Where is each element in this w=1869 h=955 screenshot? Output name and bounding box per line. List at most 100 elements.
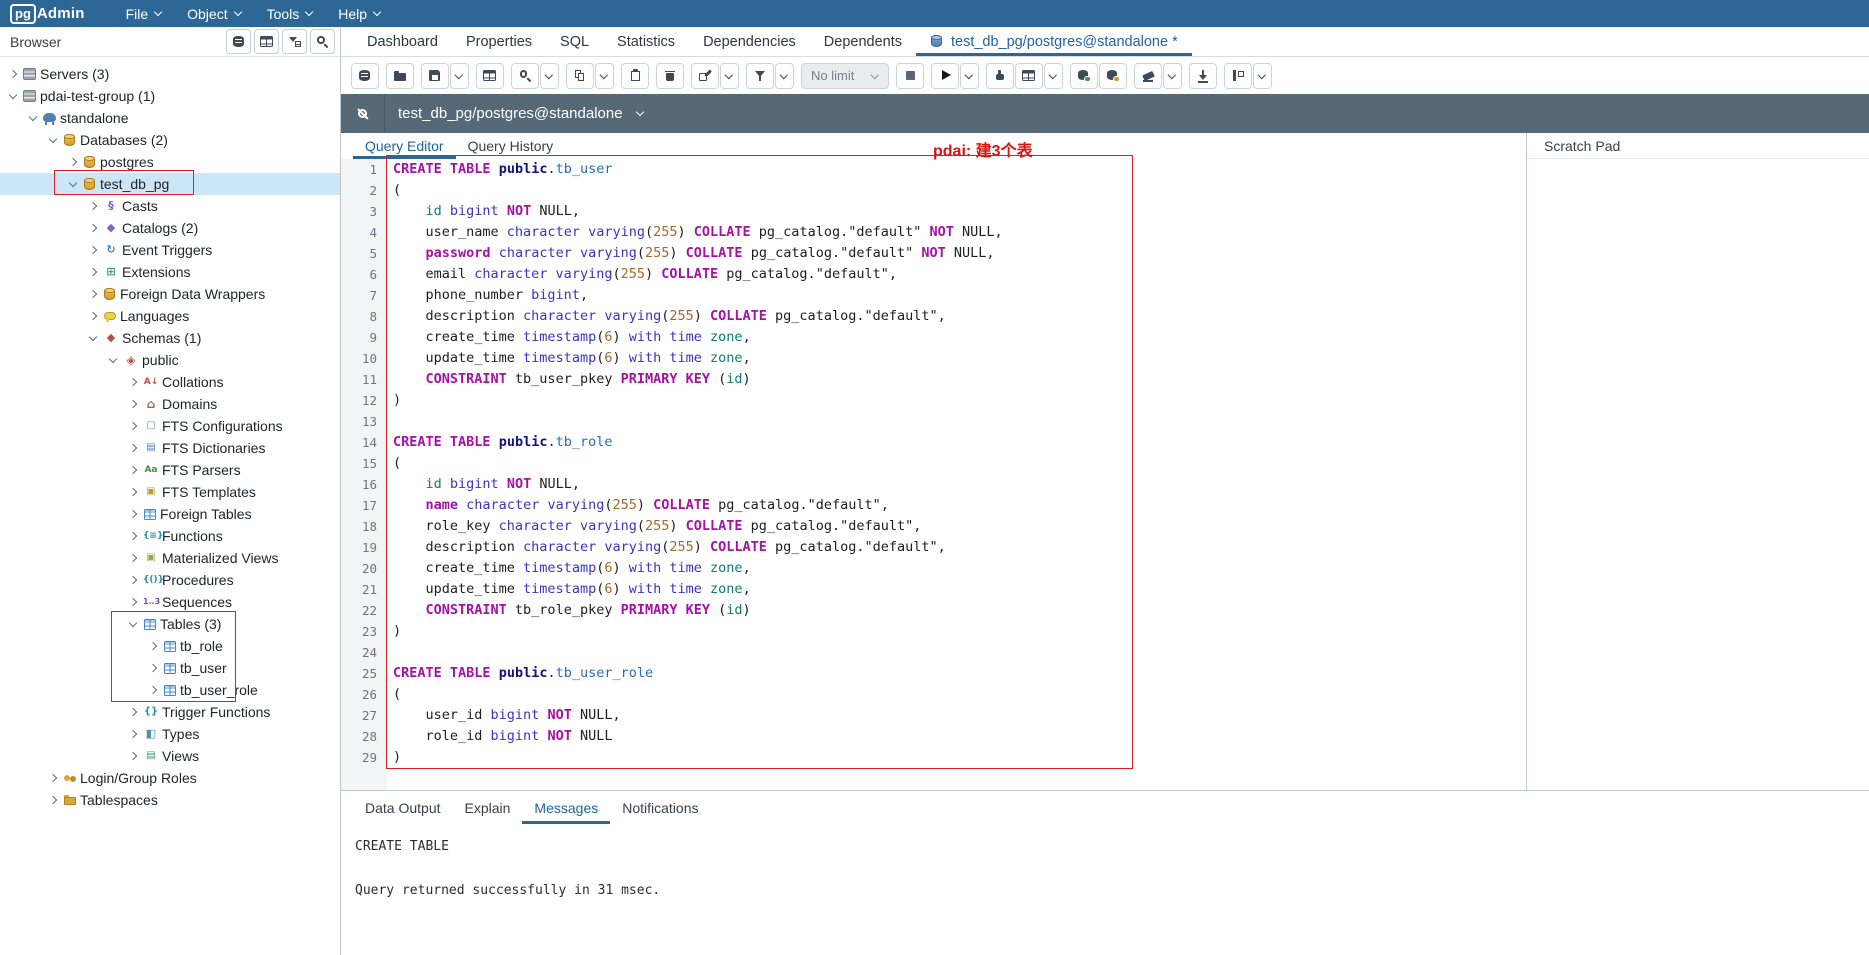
tab-query-history[interactable]: Query History — [456, 133, 566, 159]
expand-arrow-icon[interactable] — [126, 551, 140, 565]
tree-item-standalone[interactable]: standalone — [0, 107, 340, 129]
edit-button[interactable] — [691, 63, 719, 89]
download-button[interactable] — [1189, 63, 1217, 89]
collapse-arrow-icon[interactable] — [26, 111, 40, 125]
execute-button[interactable] — [931, 63, 959, 89]
find-button[interactable] — [511, 63, 539, 89]
save-options-button[interactable] — [450, 63, 469, 89]
expand-arrow-icon[interactable] — [126, 375, 140, 389]
tree-item-event-triggers[interactable]: ↻Event Triggers — [0, 239, 340, 261]
tree-item-sequences[interactable]: 1..3Sequences — [0, 591, 340, 613]
tree-item-schemas-1[interactable]: ◆Schemas (1) — [0, 327, 340, 349]
expand-arrow-icon[interactable] — [126, 397, 140, 411]
tree-item-collations[interactable]: A↓Collations — [0, 371, 340, 393]
copy-button[interactable] — [566, 63, 594, 89]
open-file-button[interactable] — [386, 63, 414, 89]
tree-item-tb-role[interactable]: tb_role — [0, 635, 340, 657]
tree-item-types[interactable]: ◧Types — [0, 723, 340, 745]
tab-notifications[interactable]: Notifications — [610, 791, 710, 824]
tree-item-trigger-functions[interactable]: {}Trigger Functions — [0, 701, 340, 723]
collapse-arrow-icon[interactable] — [46, 133, 60, 147]
tree-item-fts-configurations[interactable]: ▢FTS Configurations — [0, 415, 340, 437]
macros-options-button[interactable] — [1253, 63, 1272, 89]
expand-arrow-icon[interactable] — [126, 485, 140, 499]
tree-item-foreign-tables[interactable]: Foreign Tables — [0, 503, 340, 525]
tree-item-casts[interactable]: §Casts — [0, 195, 340, 217]
explain-options-button[interactable] — [1044, 63, 1063, 89]
row-limit-select[interactable]: No limit — [801, 63, 889, 89]
tree-item-fts-parsers[interactable]: AaFTS Parsers — [0, 459, 340, 481]
collapse-arrow-icon[interactable] — [6, 89, 20, 103]
tree-item-public[interactable]: ◈public — [0, 349, 340, 371]
tree-item-fts-dictionaries[interactable]: ▤FTS Dictionaries — [0, 437, 340, 459]
tree-item-extensions[interactable]: ⊞Extensions — [0, 261, 340, 283]
chevron-down-icon[interactable] — [634, 107, 648, 121]
explain-analyze-button[interactable] — [1015, 63, 1043, 89]
expand-arrow-icon[interactable] — [146, 639, 160, 653]
tree-item-tb-user[interactable]: tb_user — [0, 657, 340, 679]
paste-button[interactable] — [621, 63, 649, 89]
tree-item-domains[interactable]: ⌂Domains — [0, 393, 340, 415]
save-button[interactable] — [421, 63, 449, 89]
tree-item-catalogs-2[interactable]: ◆Catalogs (2) — [0, 217, 340, 239]
tab-dependents[interactable]: Dependents — [810, 27, 916, 56]
tree-item-test-db-pg[interactable]: test_db_pg — [0, 173, 340, 195]
expand-arrow-icon[interactable] — [146, 661, 160, 675]
sql-code[interactable]: CREATE TABLE public.tb_user( id bigint N… — [387, 159, 1526, 790]
tree-item-languages[interactable]: Languages — [0, 305, 340, 327]
expand-arrow-icon[interactable] — [146, 683, 160, 697]
expand-arrow-icon[interactable] — [126, 573, 140, 587]
tab-data-output[interactable]: Data Output — [353, 791, 453, 824]
expand-arrow-icon[interactable] — [86, 199, 100, 213]
view-data-button[interactable] — [254, 29, 279, 54]
tab-sql[interactable]: SQL — [546, 27, 603, 56]
sql-editor[interactable]: 1234567891011121314151617181920212223242… — [341, 159, 1526, 790]
expand-arrow-icon[interactable] — [126, 441, 140, 455]
expand-arrow-icon[interactable] — [126, 507, 140, 521]
tab-explain[interactable]: Explain — [453, 791, 523, 824]
filtered-rows-button[interactable] — [282, 29, 307, 54]
menu-object[interactable]: Object — [174, 0, 253, 27]
expand-arrow-icon[interactable] — [126, 705, 140, 719]
tree-item-materialized-views[interactable]: ▣Materialized Views — [0, 547, 340, 569]
copy-options-button[interactable] — [595, 63, 614, 89]
connection-bar[interactable]: test_db_pg/postgres@standalone — [341, 94, 1869, 133]
tree-item-tb-user-role[interactable]: tb_user_role — [0, 679, 340, 701]
edit-grid-button[interactable] — [476, 63, 504, 89]
delete-button[interactable] — [656, 63, 684, 89]
collapse-arrow-icon[interactable] — [106, 353, 120, 367]
tree-item-tablespaces[interactable]: Tablespaces — [0, 789, 340, 811]
rollback-button[interactable] — [1099, 63, 1127, 89]
expand-arrow-icon[interactable] — [86, 309, 100, 323]
menu-help[interactable]: Help — [325, 0, 393, 27]
menu-file[interactable]: File — [113, 0, 175, 27]
edit-options-button[interactable] — [720, 63, 739, 89]
expand-arrow-icon[interactable] — [126, 749, 140, 763]
expand-arrow-icon[interactable] — [126, 419, 140, 433]
tab-properties[interactable]: Properties — [452, 27, 546, 56]
query-tool-button[interactable] — [351, 63, 379, 89]
tree-item-foreign-data-wrappers[interactable]: Foreign Data Wrappers — [0, 283, 340, 305]
tab-dashboard[interactable]: Dashboard — [353, 27, 452, 56]
tab-messages[interactable]: Messages — [522, 791, 610, 824]
expand-arrow-icon[interactable] — [46, 793, 60, 807]
quick-connect-button[interactable] — [226, 29, 251, 54]
expand-arrow-icon[interactable] — [126, 463, 140, 477]
collapse-arrow-icon[interactable] — [126, 617, 140, 631]
tree-item-fts-templates[interactable]: ▣FTS Templates — [0, 481, 340, 503]
tab-test-db-pg-postgres-standalone[interactable]: test_db_pg/postgres@standalone * — [916, 27, 1192, 56]
clear-options-button[interactable] — [1163, 63, 1182, 89]
scratch-pad-editor[interactable] — [1527, 159, 1869, 790]
menu-tools[interactable]: Tools — [254, 0, 326, 27]
tree-item-pdai-test-group-1[interactable]: pdai-test-group (1) — [0, 85, 340, 107]
stop-button[interactable] — [896, 63, 924, 89]
tree-item-servers-3[interactable]: Servers (3) — [0, 63, 340, 85]
execute-options-button[interactable] — [960, 63, 979, 89]
expand-arrow-icon[interactable] — [126, 529, 140, 543]
tab-statistics[interactable]: Statistics — [603, 27, 689, 56]
collapse-arrow-icon[interactable] — [86, 331, 100, 345]
expand-arrow-icon[interactable] — [86, 287, 100, 301]
expand-arrow-icon[interactable] — [6, 67, 20, 81]
find-options-button[interactable] — [540, 63, 559, 89]
search-objects-button[interactable] — [310, 29, 335, 54]
